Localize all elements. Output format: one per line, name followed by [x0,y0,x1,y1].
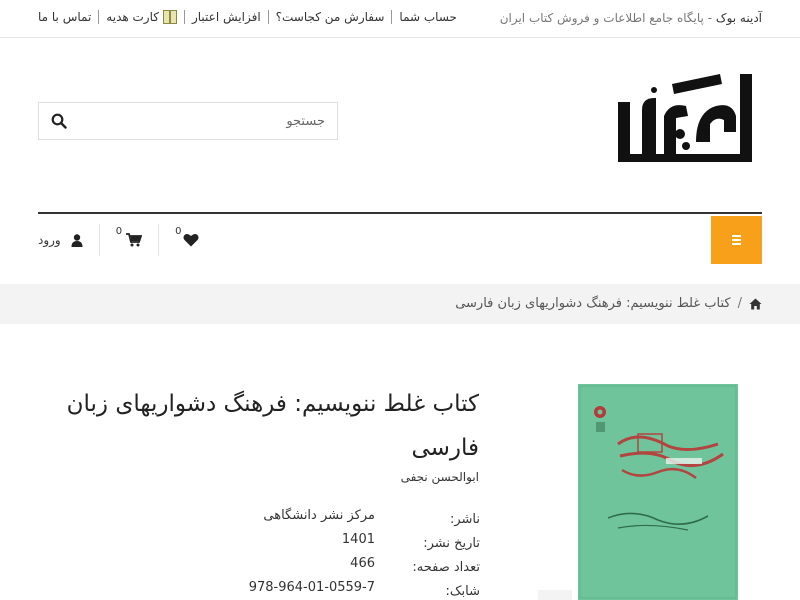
detail-row-publisher: ناشر: مرکز نشر دانشگاهی [240,508,480,532]
site-tagline: آدینه بوک - پایگاه جامع اطلاعات و فروش ک… [500,11,762,25]
detail-value: 466 [350,556,375,571]
detail-row-isbn: شابک: 978-964-01-0559-7 [240,580,480,600]
menu-icon-bar [732,239,741,241]
login-button[interactable]: ورود [38,224,83,256]
search-box [38,102,338,140]
cart-button[interactable]: 0 [115,224,143,256]
divider [267,10,269,24]
top-nav: تماس با ما کارت هدیه افزایش اعتبار سفارش… [38,10,457,24]
gift-card-link[interactable]: کارت هدیه [106,10,177,24]
image-gallery-nav[interactable] [538,590,572,600]
breadcrumb-current: کتاب غلط ننویسیم: فرهنگ دشواریهای زبان ف… [455,296,731,311]
gift-card-icon [162,10,177,24]
book-cover-art [578,384,738,600]
account-link[interactable]: حساب شما [399,10,457,24]
divider [391,10,393,24]
breadcrumb-bar: کتاب غلط ننویسیم: فرهنگ دشواریهای زبان ف… [0,284,800,324]
top-bar: آدینه بوک - پایگاه جامع اطلاعات و فروش ک… [0,0,800,38]
divider [98,10,100,24]
menu-icon-bar [732,243,741,245]
menu-button[interactable] [711,216,762,264]
favorites-button[interactable]: 0 [175,224,199,256]
detail-value: 978-964-01-0559-7 [248,580,375,595]
book-cover-image[interactable] [578,384,738,600]
detail-value: 1401 [341,532,375,547]
divider [158,224,160,256]
site-logo[interactable] [612,72,757,167]
detail-value[interactable]: مرکز نشر دانشگاهی [263,508,375,523]
order-tracking-link[interactable]: سفارش من کجاست؟ [276,10,385,24]
divider [98,224,100,256]
gift-card-label: کارت هدیه [106,10,159,24]
product-author[interactable]: ابوالحسن نجفی [401,470,479,484]
product-details: ناشر: مرکز نشر دانشگاهی تاریخ نشر: 1401 … [240,508,480,600]
detail-row-pages: تعداد صفحه: 466 [240,556,480,580]
brand-link[interactable]: آدینه بوک [716,11,762,25]
detail-label: تاریخ نشر: [423,536,480,551]
breadcrumb-separator: / [737,296,742,311]
search-icon [51,113,67,129]
add-credit-link[interactable]: افزایش اعتبار [192,10,261,24]
heart-icon [183,234,199,247]
search-input[interactable] [79,103,337,139]
tagline-text: - پایگاه جامع اطلاعات و فروش کتاب ایران [499,11,716,25]
contact-link[interactable]: تماس با ما [38,10,91,24]
detail-label: شابک: [445,584,481,599]
cart-count: 0 [115,226,123,237]
favorites-count: 0 [175,226,182,237]
product-title: کتاب غلط ننویسیم: فرهنگ دشواریهای زبان ف… [66,391,479,461]
home-icon[interactable] [749,298,762,310]
login-label: ورود [38,233,61,247]
navbar-actions: ورود 0 0 [38,224,199,256]
divider [183,10,185,24]
user-icon [71,233,83,247]
breadcrumb: کتاب غلط ننویسیم: فرهنگ دشواریهای زبان ف… [455,296,762,311]
search-button[interactable] [39,103,79,139]
navbar-rule [38,212,762,214]
cart-icon [126,233,143,247]
detail-label: ناشر: [449,512,480,527]
menu-icon [732,235,741,237]
detail-row-date: تاریخ نشر: 1401 [240,532,480,556]
detail-label: تعداد صفحه: [412,560,480,575]
